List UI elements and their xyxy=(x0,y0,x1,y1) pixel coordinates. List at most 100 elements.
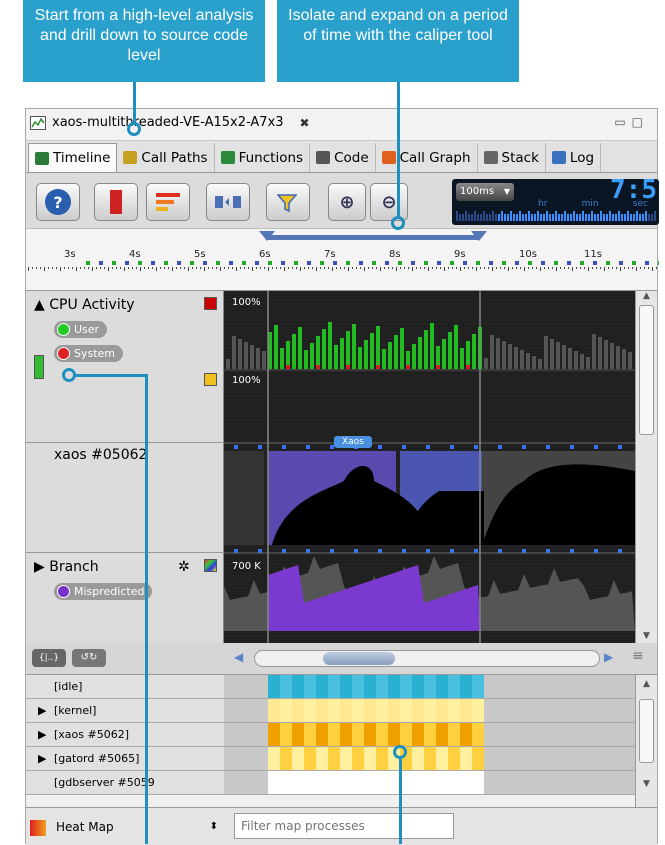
timeline-scrollbar[interactable]: ▲ ▼ xyxy=(635,291,657,643)
overview-bar xyxy=(471,214,473,221)
tab-call-graph[interactable]: Call Graph xyxy=(376,143,478,172)
heat-row-cells[interactable] xyxy=(224,747,635,771)
caliper-bar[interactable] xyxy=(259,229,487,247)
zoom-out-button[interactable]: ⊖ xyxy=(370,183,408,221)
ruler-minor-tick xyxy=(404,267,405,269)
red-color-swatch[interactable] xyxy=(204,297,217,310)
system-legend[interactable]: System xyxy=(54,345,124,362)
triangle-right-icon[interactable]: ▶ xyxy=(38,747,46,771)
triangle-right-icon[interactable]: ▶ xyxy=(38,723,46,747)
heat-row-label[interactable]: ▶ [kernel] xyxy=(26,699,224,723)
help-icon: ? xyxy=(45,189,71,215)
tab-stack[interactable]: Stack xyxy=(478,143,546,172)
tab-functions[interactable]: Functions xyxy=(215,143,311,172)
editor-tab[interactable]: xaos-multithreaded-VE-A15x2-A7x3 ✖ xyxy=(30,115,310,130)
ruler-marker xyxy=(528,261,532,265)
minimize-icon[interactable]: ▭ xyxy=(614,115,631,129)
code-icon xyxy=(316,151,331,164)
ruler-marker xyxy=(398,261,402,265)
window-controls[interactable]: ▭□ xyxy=(614,115,649,129)
scroll-up-icon[interactable]: ▲ xyxy=(636,291,657,301)
tab-log[interactable]: Log xyxy=(546,143,602,172)
annotations-button[interactable] xyxy=(146,183,190,221)
heat-scroll-up-icon[interactable]: ▲ xyxy=(636,679,657,689)
ruler-minor-tick xyxy=(456,267,457,269)
tab-label: Functions xyxy=(238,149,304,166)
mispredicted-legend[interactable]: Mispredicted xyxy=(54,583,153,600)
scroll-left-icon[interactable]: ◀ xyxy=(234,650,243,664)
filter-input[interactable] xyxy=(234,813,454,839)
ruler-marker xyxy=(216,261,220,265)
heat-row-cells[interactable] xyxy=(224,699,635,723)
format-button[interactable]: {|..} xyxy=(32,649,66,667)
cpu-bar xyxy=(502,341,506,369)
menu-icon[interactable]: ≡ xyxy=(632,648,644,664)
cpu-bar xyxy=(514,347,518,369)
ruler-minor-tick xyxy=(584,267,585,269)
scroll-down-icon[interactable]: ▼ xyxy=(636,631,657,641)
tab-call-paths[interactable]: Call Paths xyxy=(117,143,215,172)
heat-scroll-thumb[interactable] xyxy=(639,699,654,763)
ruler-minor-tick xyxy=(276,267,277,269)
heat-cell xyxy=(412,699,424,723)
ruler-minor-tick xyxy=(484,267,485,269)
overview-bar xyxy=(486,214,488,221)
heat-scrollbar[interactable]: ▲ ▼ xyxy=(635,675,657,807)
yellow-color-swatch[interactable] xyxy=(204,373,217,386)
overview-bar xyxy=(642,214,644,221)
gear-icon[interactable]: ✲ xyxy=(178,559,190,575)
ruler-marker xyxy=(554,261,558,265)
link-button[interactable]: ↺↻ xyxy=(72,649,106,667)
filter-button[interactable] xyxy=(266,183,310,221)
heat-row-label[interactable]: [idle] xyxy=(26,675,224,699)
split-view-button[interactable] xyxy=(206,183,250,221)
ruler-minor-tick xyxy=(588,267,589,271)
tab-code[interactable]: Code xyxy=(310,143,376,172)
hscroll-thumb[interactable] xyxy=(323,652,395,665)
ruler-minor-tick xyxy=(612,267,613,269)
hscroll-track[interactable] xyxy=(254,650,600,667)
timeline-canvas[interactable] xyxy=(224,291,635,643)
close-icon[interactable]: ✖ xyxy=(300,116,310,130)
zoom-in-button[interactable]: ⊕ xyxy=(328,183,366,221)
ruler-minor-tick xyxy=(360,267,361,269)
heat-row-cells[interactable] xyxy=(224,771,635,795)
heat-row-label[interactable]: ▶ [gatord #5065] xyxy=(26,747,224,771)
ruler-marker xyxy=(424,261,428,265)
heat-row-cells[interactable] xyxy=(224,675,635,699)
scrollbar-thumb[interactable] xyxy=(639,305,654,435)
ruler-minor-tick xyxy=(652,267,653,271)
cpu-bar xyxy=(346,331,350,369)
heat-cell xyxy=(304,723,316,747)
maximize-icon[interactable]: □ xyxy=(632,115,649,129)
frame-marker xyxy=(258,445,262,449)
ruler-marker xyxy=(86,261,90,265)
heat-cell xyxy=(292,723,304,747)
frame-marker xyxy=(258,549,262,553)
branch-title[interactable]: ▶ Branch xyxy=(34,559,99,575)
ruler-minor-tick xyxy=(548,267,549,269)
palette-swatch[interactable] xyxy=(204,559,217,572)
time-ruler[interactable]: 3s 4s 5s 6s 7s 8s 9s 10s 11s xyxy=(26,229,659,291)
overview-bar xyxy=(654,211,656,221)
overview-bar xyxy=(555,211,557,221)
cpu-bar xyxy=(490,335,494,369)
help-button[interactable]: ? xyxy=(36,183,80,221)
mode-select[interactable]: Heat Map ⬍ xyxy=(30,816,220,838)
heat-row-label[interactable]: ▶ [xaos #5062] xyxy=(26,723,224,747)
cpu-title[interactable]: ▲ CPU Activity xyxy=(34,297,135,313)
heat-row-cells[interactable] xyxy=(224,723,635,747)
heat-cell xyxy=(352,699,364,723)
tab-timeline[interactable]: Timeline xyxy=(28,143,118,172)
ruler-minor-tick xyxy=(464,267,465,269)
user-legend[interactable]: User xyxy=(54,321,108,338)
heat-cell xyxy=(268,771,280,795)
frame-marker xyxy=(474,445,478,449)
process-title[interactable]: xaos #05062 xyxy=(54,447,147,463)
scroll-right-icon[interactable]: ▶ xyxy=(604,650,613,664)
triangle-right-icon[interactable]: ▶ xyxy=(38,699,46,723)
zoom-select[interactable]: 100ms ▼ xyxy=(456,183,514,201)
bookmark-button[interactable] xyxy=(94,183,138,221)
heat-scroll-down-icon[interactable]: ▼ xyxy=(636,779,657,789)
heat-row-label[interactable]: [gdbserver #5059 xyxy=(26,771,224,795)
